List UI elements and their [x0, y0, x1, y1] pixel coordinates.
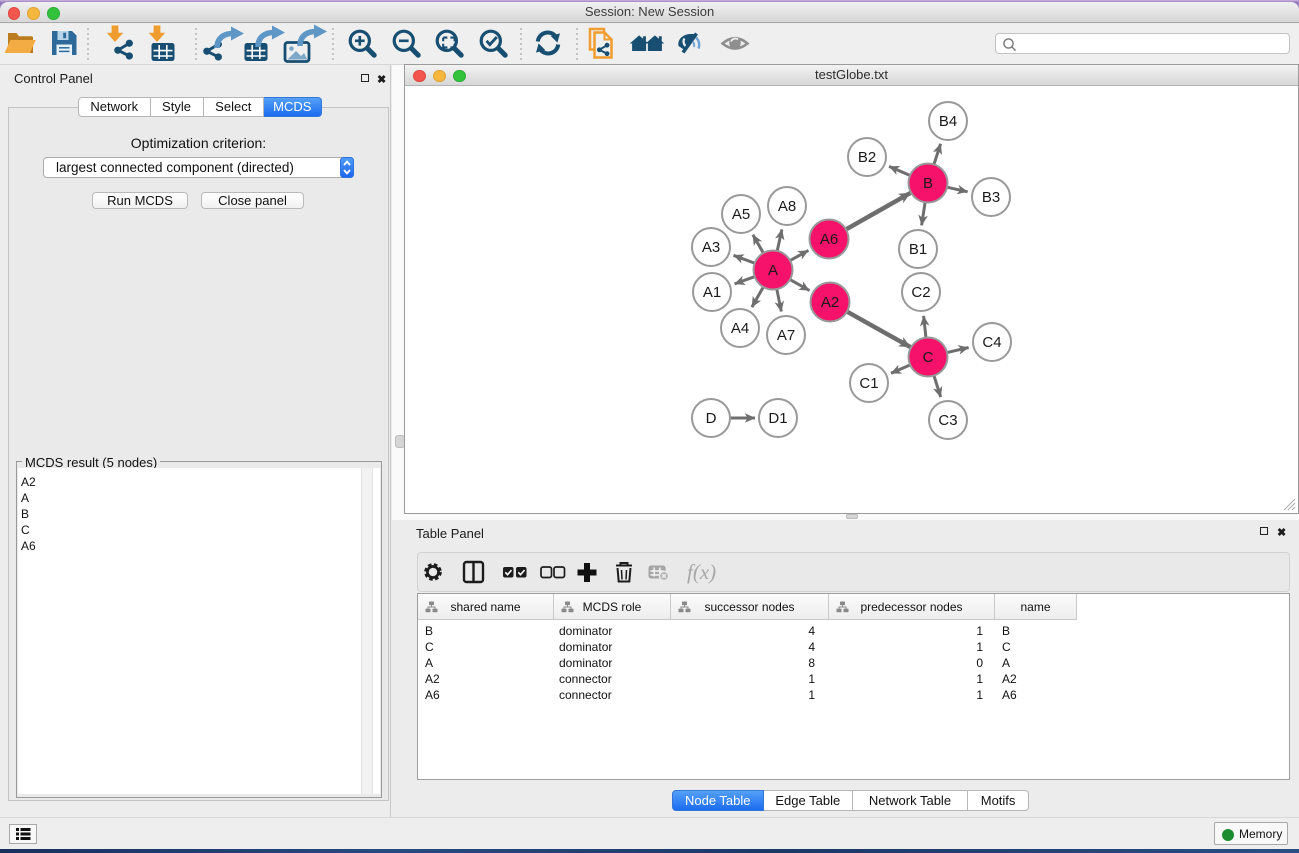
svg-text:C2: C2 — [911, 284, 930, 301]
svg-text:D: D — [706, 410, 717, 427]
svg-text:B2: B2 — [858, 149, 876, 166]
svg-text:C4: C4 — [982, 334, 1001, 351]
svg-text:A7: A7 — [777, 327, 795, 344]
svg-text:A4: A4 — [731, 320, 749, 337]
svg-text:B4: B4 — [939, 113, 957, 130]
svg-text:B1: B1 — [909, 241, 927, 258]
svg-text:A: A — [768, 262, 778, 279]
svg-text:A3: A3 — [702, 239, 720, 256]
svg-text:B: B — [923, 175, 933, 192]
svg-text:C1: C1 — [859, 375, 878, 392]
svg-text:A8: A8 — [778, 198, 796, 215]
svg-text:C: C — [923, 349, 934, 366]
svg-text:f(x): f(x) — [687, 560, 716, 584]
svg-text:D1: D1 — [768, 410, 787, 427]
svg-text:A1: A1 — [703, 284, 721, 301]
svg-text:A2: A2 — [821, 294, 839, 311]
svg-text:A6: A6 — [820, 231, 838, 248]
svg-text:A5: A5 — [732, 206, 750, 223]
svg-text:B3: B3 — [982, 189, 1000, 206]
svg-text:C3: C3 — [938, 412, 957, 429]
